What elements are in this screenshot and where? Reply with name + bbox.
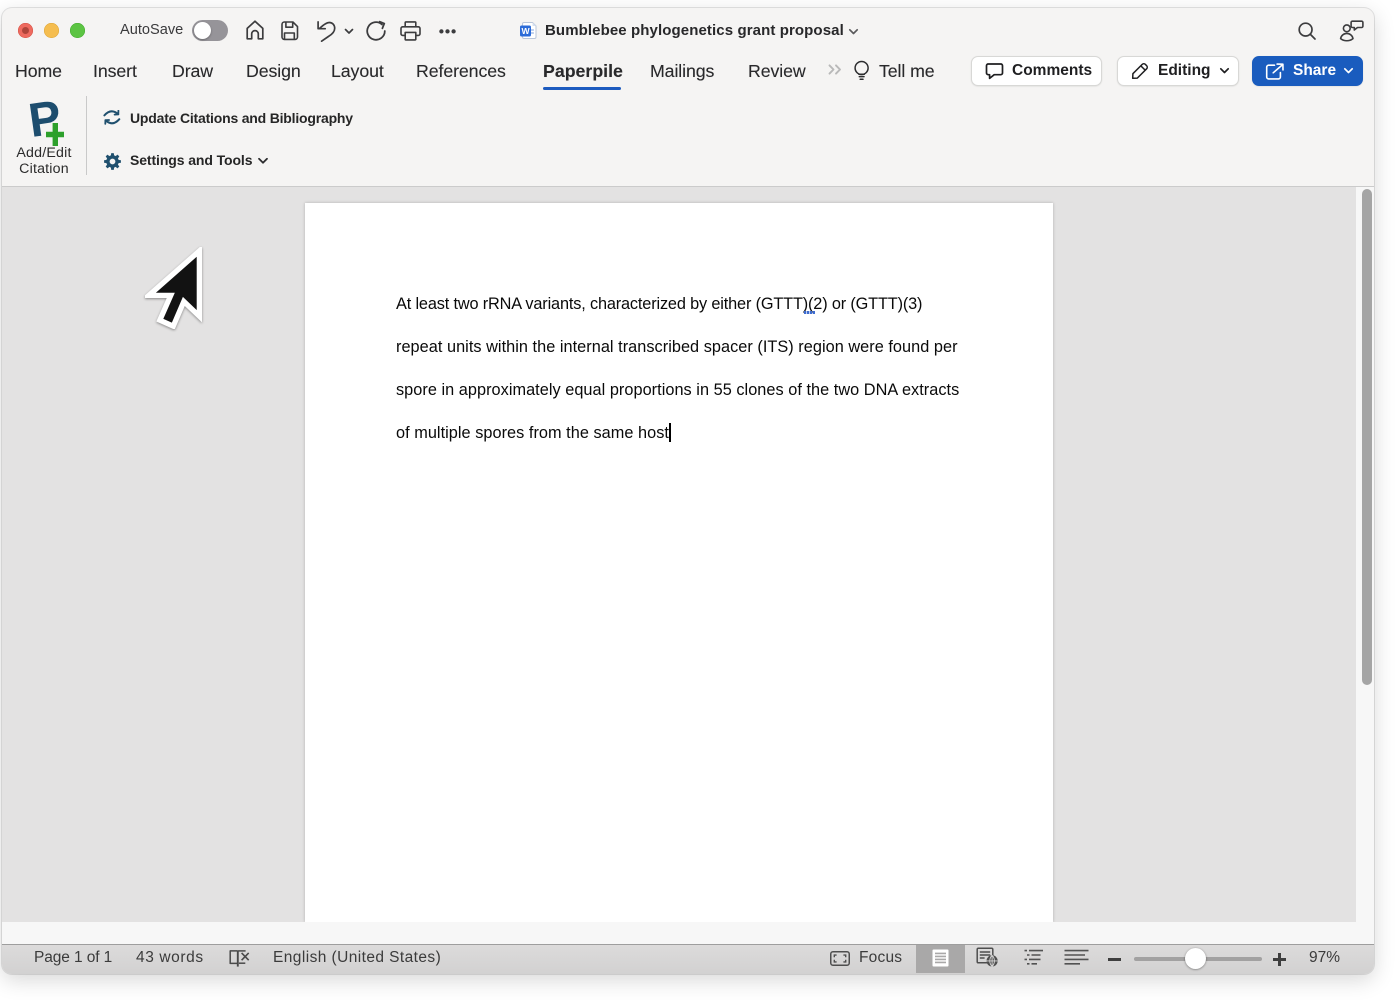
svg-text:W: W [521, 26, 530, 36]
